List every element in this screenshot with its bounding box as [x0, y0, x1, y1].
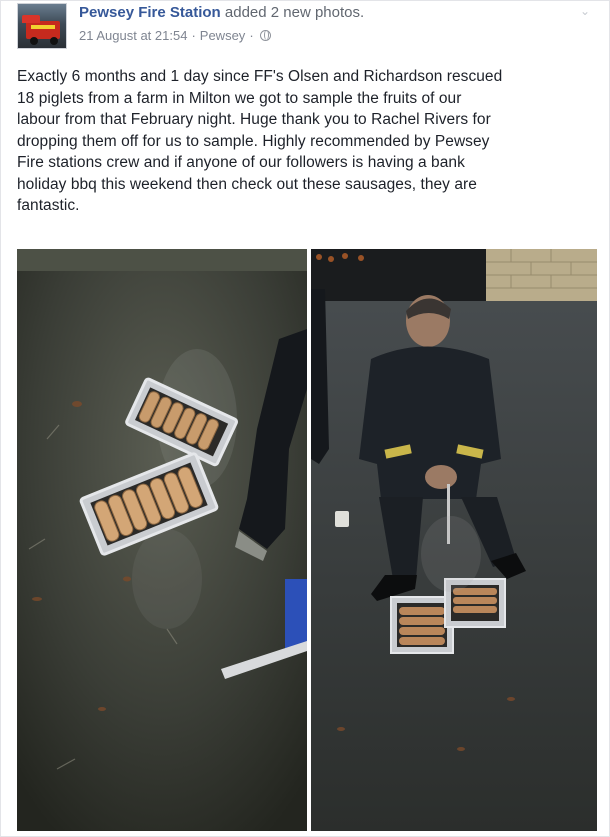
photo-sausage-trays[interactable]: [17, 249, 307, 831]
globe-icon[interactable]: [259, 30, 271, 41]
post-action-text: added 2 new photos.: [224, 4, 365, 21]
photo-firefighter-bbq[interactable]: [311, 249, 597, 831]
post-timestamp[interactable]: 21 August at 21:54: [79, 28, 187, 43]
chevron-down-icon[interactable]: ⌄: [579, 5, 591, 17]
post-meta: 21 August at 21:54 · Pewsey ·: [79, 28, 271, 43]
post-text-line: Fire stations crew and if anyone of our …: [17, 154, 465, 171]
post-text-line: holiday bbq this weekend then check out …: [17, 175, 477, 193]
author-link[interactable]: Pewsey Fire Station: [79, 4, 221, 21]
post-text: Exactly 6 months and 1 day since FF's Ol…: [17, 66, 597, 217]
photo-grid: [17, 249, 597, 831]
meta-separator: ·: [249, 28, 254, 43]
post-text-line: Exactly 6 months and 1 day since FF's Ol…: [17, 68, 503, 85]
wheel-shape: [50, 37, 58, 45]
post-location[interactable]: Pewsey: [200, 28, 246, 43]
photo-firefighter-bbq-image: [311, 249, 597, 831]
post-text-line: fantastic.: [17, 197, 80, 214]
post-text-line: 18 piglets from a farm in Milton we got …: [17, 89, 462, 107]
meta-separator: ·: [191, 28, 196, 43]
post-text-line: dropping them off for us to sample. High…: [17, 132, 490, 150]
post-text-line: labour from that February night. Huge th…: [17, 111, 491, 128]
photo-sausage-trays-image: [17, 249, 307, 831]
facebook-post: Pewsey Fire Station added 2 new photos. …: [0, 0, 610, 837]
post-header: Pewsey Fire Station added 2 new photos. …: [17, 1, 597, 55]
author-line: Pewsey Fire Station added 2 new photos.: [79, 4, 364, 21]
wheel-shape: [30, 37, 38, 45]
page-avatar[interactable]: [17, 3, 67, 49]
